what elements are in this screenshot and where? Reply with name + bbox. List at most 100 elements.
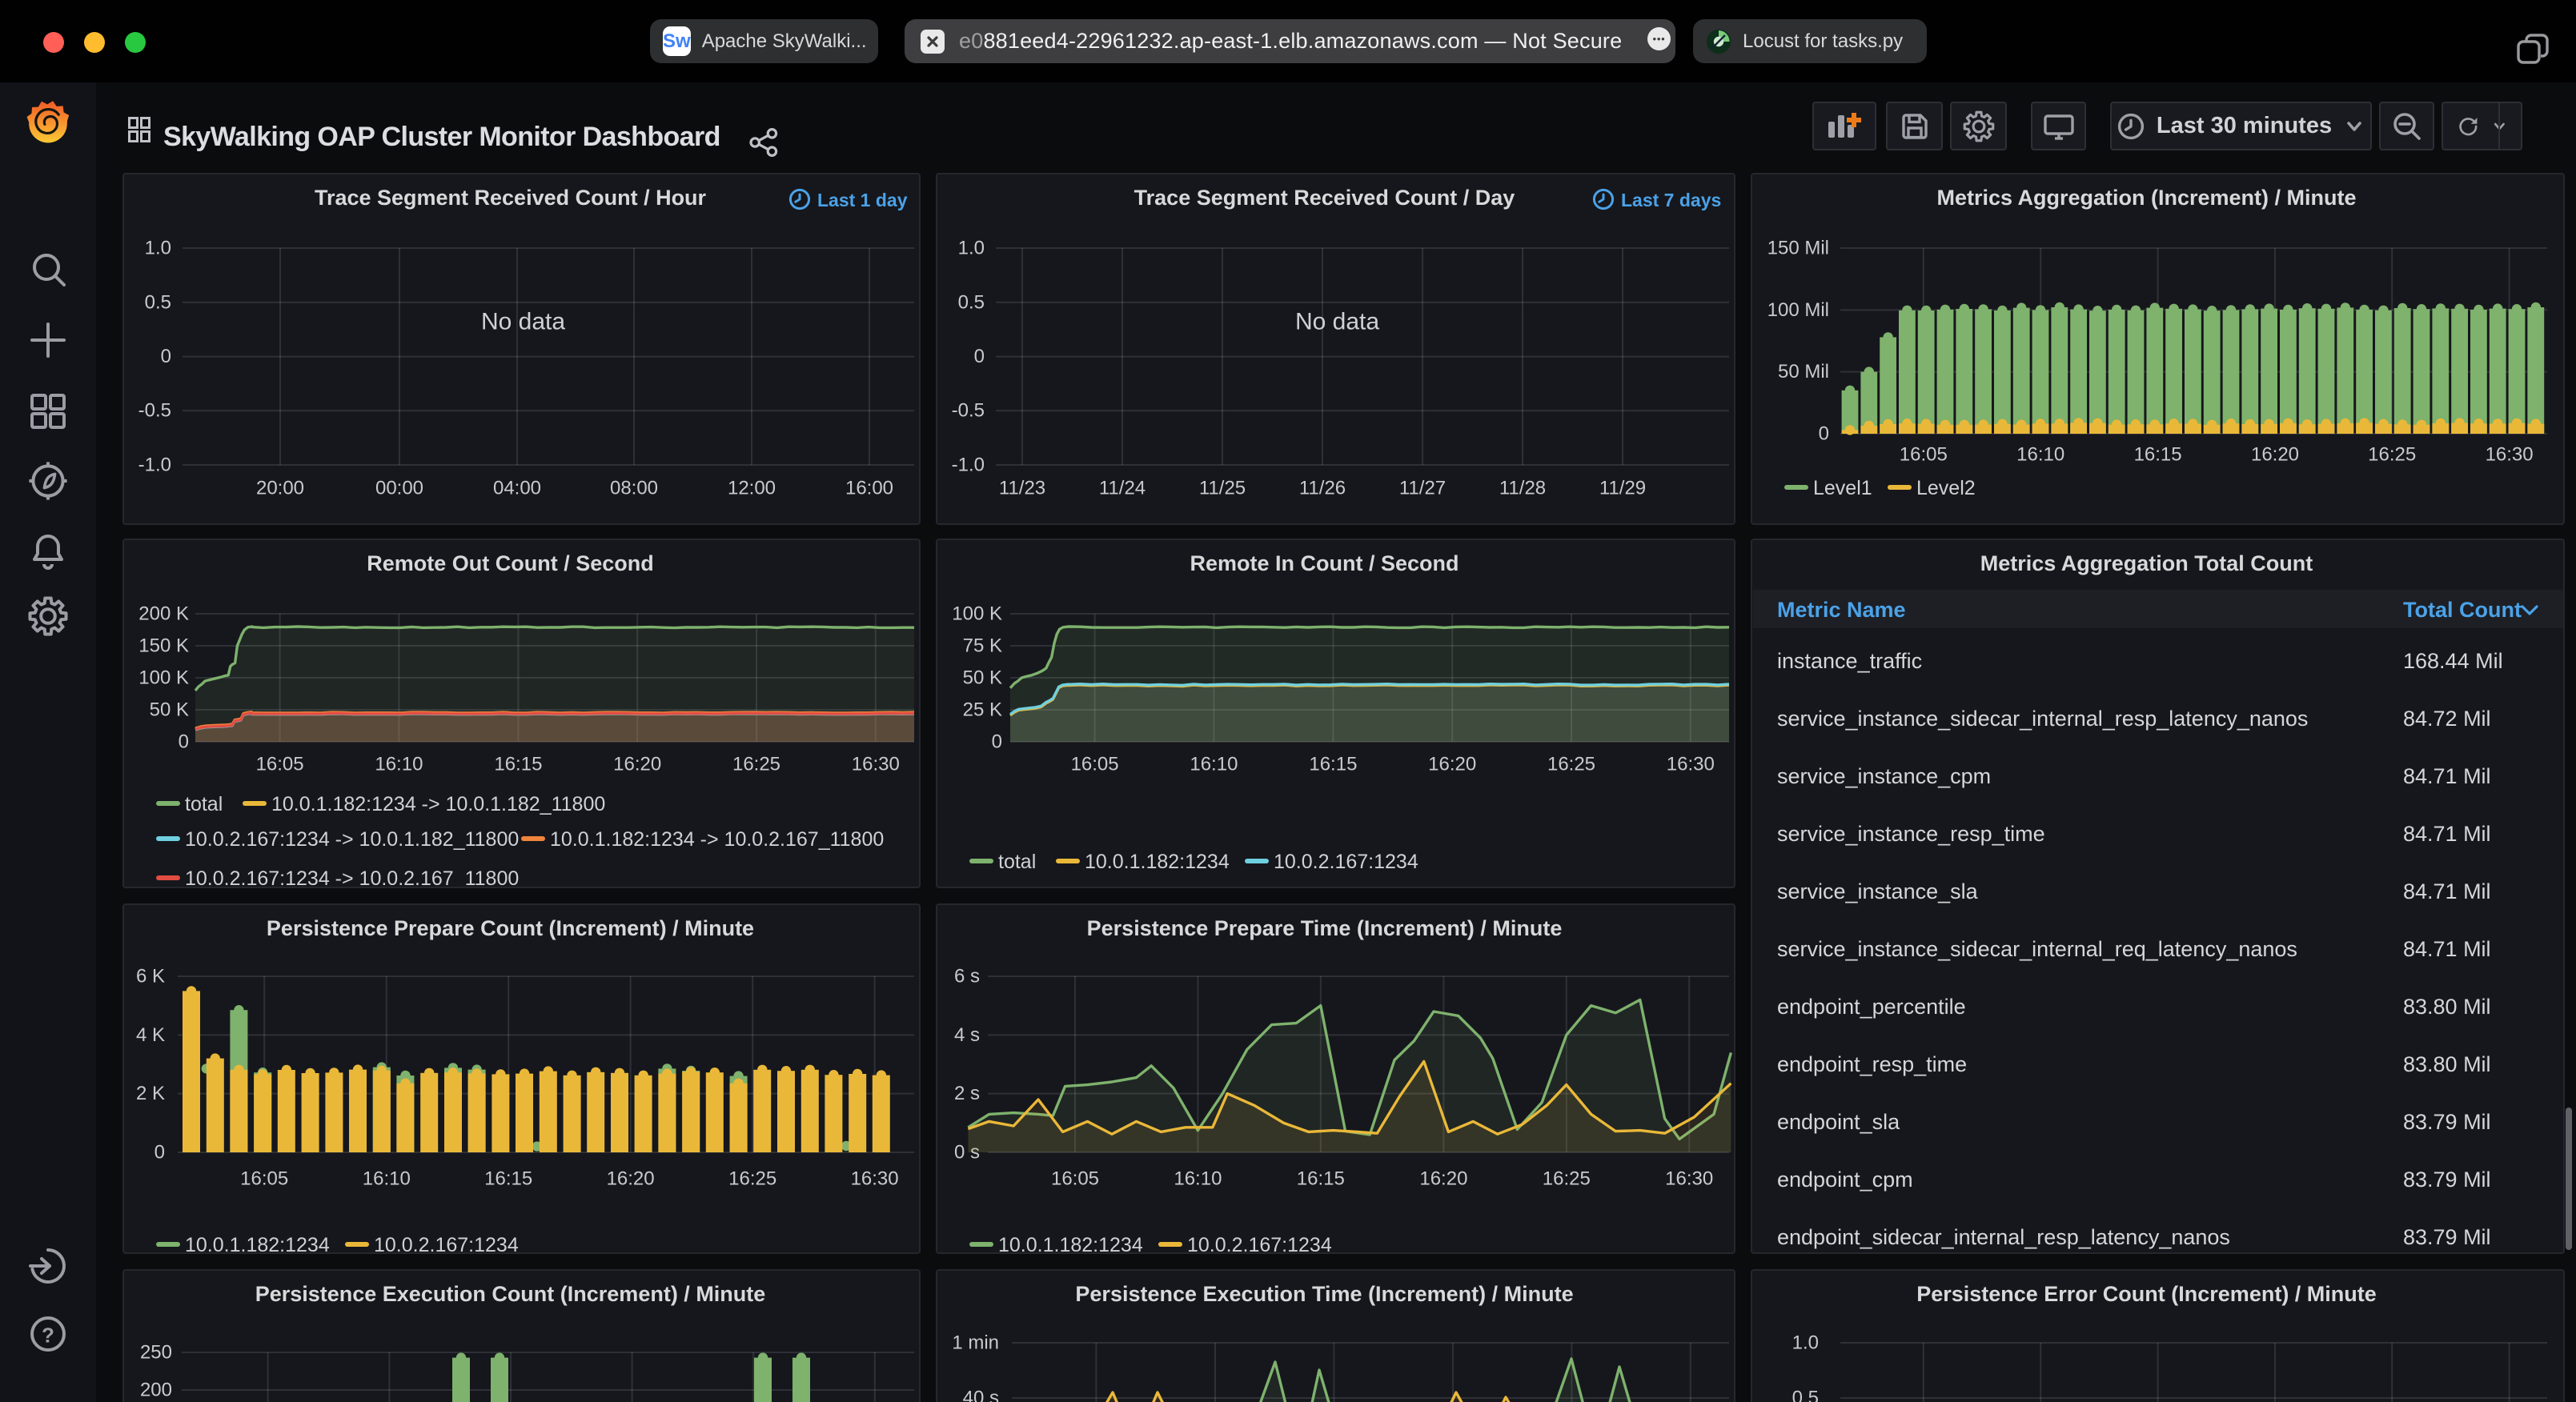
svg-text:16:20: 16:20 — [613, 754, 661, 775]
svg-text:0.5: 0.5 — [958, 291, 985, 313]
svg-text:16:30: 16:30 — [852, 754, 900, 775]
svg-text:200 K: 200 K — [138, 603, 189, 625]
svg-text:20:00: 20:00 — [256, 478, 304, 499]
svg-text:0: 0 — [161, 346, 171, 367]
svg-text:16:15: 16:15 — [1297, 1168, 1345, 1190]
svg-text:-1.0: -1.0 — [138, 455, 171, 476]
svg-text:11/26: 11/26 — [1299, 478, 1346, 499]
svg-text:16:25: 16:25 — [1547, 754, 1595, 775]
svg-text:?: ? — [42, 1324, 54, 1348]
svg-text:84.71 Mil: 84.71 Mil — [2403, 764, 2491, 788]
svg-text:4 K: 4 K — [136, 1024, 165, 1046]
svg-text:16:05: 16:05 — [1071, 754, 1119, 775]
svg-text:16:05: 16:05 — [240, 1168, 288, 1190]
svg-text:Metric Name: Metric Name — [1777, 598, 1906, 622]
svg-text:16:30: 16:30 — [2486, 444, 2534, 466]
svg-text:83.79 Mil: 83.79 Mil — [2403, 1168, 2491, 1192]
svg-text:0.5: 0.5 — [145, 291, 171, 313]
svg-text:16:15: 16:15 — [2134, 444, 2182, 466]
svg-text:No data: No data — [1295, 309, 1379, 335]
svg-text:10.0.2.167:1234: 10.0.2.167:1234 — [374, 1234, 519, 1254]
svg-text:16:30: 16:30 — [1667, 754, 1715, 775]
svg-text:12:00: 12:00 — [728, 478, 776, 499]
svg-text:16:25: 16:25 — [732, 754, 780, 775]
svg-text:No data: No data — [481, 309, 565, 335]
svg-text:Last 1 day: Last 1 day — [817, 190, 908, 210]
svg-text:16:15: 16:15 — [494, 754, 542, 775]
svg-text:11/29: 11/29 — [1599, 478, 1646, 499]
svg-text:service_instance_sidecar_inter: service_instance_sidecar_internal_req_la… — [1777, 937, 2297, 961]
svg-text:10.0.2.167:1234: 10.0.2.167:1234 — [1187, 1234, 1332, 1254]
svg-text:75 K: 75 K — [963, 635, 1002, 657]
svg-text:2 K: 2 K — [136, 1083, 165, 1104]
svg-text:endpoint_sidecar_internal_resp: endpoint_sidecar_internal_resp_latency_n… — [1777, 1225, 2230, 1249]
svg-text:-0.5: -0.5 — [952, 400, 985, 422]
svg-text:84.71 Mil: 84.71 Mil — [2403, 879, 2491, 903]
svg-text:instance_traffic: instance_traffic — [1777, 649, 1922, 673]
svg-text:total: total — [998, 851, 1036, 873]
svg-text:16:05: 16:05 — [256, 754, 304, 775]
svg-text:Level1: Level1 — [1813, 477, 1872, 499]
svg-text:10.0.2.167:1234 -> 10.0.1.182_: 10.0.2.167:1234 -> 10.0.1.182_11800 — [185, 828, 519, 851]
svg-text:1.0: 1.0 — [1792, 1332, 1819, 1354]
svg-text:service_instance_resp_time: service_instance_resp_time — [1777, 822, 2045, 846]
svg-text:16:20: 16:20 — [607, 1168, 655, 1190]
svg-text:6 K: 6 K — [136, 966, 165, 987]
svg-text:04:00: 04:00 — [493, 478, 541, 499]
svg-text:16:00: 16:00 — [845, 478, 893, 499]
svg-text:84.72 Mil: 84.72 Mil — [2403, 707, 2491, 731]
svg-text:16:20: 16:20 — [1428, 754, 1476, 775]
svg-text:150 K: 150 K — [138, 635, 189, 657]
svg-text:84.71 Mil: 84.71 Mil — [2403, 822, 2491, 846]
svg-text:16:25: 16:25 — [2368, 444, 2416, 466]
svg-text:16:05: 16:05 — [1051, 1168, 1099, 1190]
svg-text:50 K: 50 K — [150, 699, 189, 721]
svg-text:08:00: 08:00 — [610, 478, 658, 499]
svg-text:endpoint_cpm: endpoint_cpm — [1777, 1168, 1913, 1192]
svg-text:0: 0 — [974, 346, 985, 367]
svg-text:250: 250 — [140, 1342, 172, 1364]
svg-text:6 s: 6 s — [954, 966, 980, 987]
svg-text:00:00: 00:00 — [375, 478, 423, 499]
svg-text:16:10: 16:10 — [1174, 1168, 1222, 1190]
svg-text:11/25: 11/25 — [1199, 478, 1246, 499]
svg-text:84.71 Mil: 84.71 Mil — [2403, 937, 2491, 961]
svg-text:83.80 Mil: 83.80 Mil — [2403, 995, 2491, 1019]
svg-text:-0.5: -0.5 — [138, 400, 171, 422]
svg-text:16:30: 16:30 — [851, 1168, 899, 1190]
svg-text:0: 0 — [1819, 423, 1829, 445]
svg-text:1.0: 1.0 — [958, 238, 985, 259]
svg-text:Level2: Level2 — [1916, 477, 1976, 499]
svg-text:16:30: 16:30 — [1665, 1168, 1713, 1190]
svg-text:16:20: 16:20 — [2251, 444, 2299, 466]
svg-text:10.0.1.182:1234: 10.0.1.182:1234 — [185, 1234, 330, 1254]
svg-text:0.5: 0.5 — [1792, 1388, 1819, 1402]
svg-text:16:10: 16:10 — [1190, 754, 1238, 775]
svg-text:16:10: 16:10 — [2016, 444, 2064, 466]
svg-text:16:05: 16:05 — [1900, 444, 1948, 466]
svg-text:25 K: 25 K — [963, 699, 1002, 721]
svg-text:11/24: 11/24 — [1099, 478, 1146, 499]
svg-text:16:15: 16:15 — [1309, 754, 1357, 775]
svg-text:16:15: 16:15 — [484, 1168, 532, 1190]
svg-text:40 s: 40 s — [963, 1388, 999, 1402]
svg-text:100 Mil: 100 Mil — [1767, 299, 1829, 321]
svg-text:16:20: 16:20 — [1419, 1168, 1467, 1190]
svg-text:16:25: 16:25 — [728, 1168, 776, 1190]
svg-text:168.44 Mil: 168.44 Mil — [2403, 649, 2503, 673]
svg-text:0: 0 — [992, 731, 1002, 753]
svg-text:11/27: 11/27 — [1399, 478, 1446, 499]
svg-text:16:10: 16:10 — [363, 1168, 411, 1190]
svg-text:83.79 Mil: 83.79 Mil — [2403, 1225, 2491, 1249]
svg-text:100 K: 100 K — [952, 603, 1002, 625]
svg-text:0: 0 — [154, 1142, 165, 1164]
svg-text:service_instance_sla: service_instance_sla — [1777, 879, 1979, 903]
svg-text:endpoint_resp_time: endpoint_resp_time — [1777, 1052, 1967, 1076]
svg-text:10.0.2.167:1234 -> 10.0.2.167_: 10.0.2.167:1234 -> 10.0.2.167_11800 — [185, 867, 519, 888]
svg-text:-1.0: -1.0 — [952, 455, 985, 476]
svg-text:1 min: 1 min — [952, 1332, 999, 1354]
svg-text:10.0.1.182:1234: 10.0.1.182:1234 — [1085, 851, 1230, 873]
svg-text:83.80 Mil: 83.80 Mil — [2403, 1052, 2491, 1076]
svg-text:10.0.1.182:1234: 10.0.1.182:1234 — [998, 1234, 1143, 1254]
svg-text:200: 200 — [140, 1380, 172, 1401]
